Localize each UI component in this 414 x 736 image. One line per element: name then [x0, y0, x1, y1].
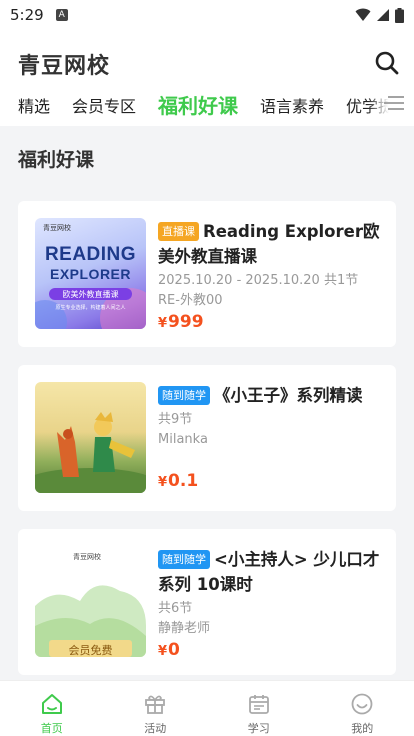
gift-icon: [145, 695, 166, 714]
tab-menu-icon[interactable]: [382, 92, 406, 114]
course-thumbnail: 青豆网校 会员免费: [35, 546, 146, 657]
thumb-caption: 原生专业选择，构建着人间之人: [55, 305, 126, 311]
course-thumbnail: 青豆网校 READING EXPLORER 欧美外教直播课 原生专业选择，构建着…: [35, 218, 146, 329]
battery-icon: [395, 7, 404, 23]
course-type-badge: 直播课: [158, 222, 199, 241]
course-card[interactable]: 随到随学 《小王子》系列精读 共9节 Milanka ¥0.1: [18, 365, 396, 511]
currency-symbol: ¥: [158, 644, 168, 659]
member-free-tag: 会员免费: [68, 645, 113, 657]
tab-language[interactable]: 语言素养: [260, 94, 324, 120]
status-icons: [355, 7, 404, 23]
course-card[interactable]: 青豆网校 READING EXPLORER 欧美外教直播课 原生专业选择，构建着…: [18, 201, 396, 347]
smile-icon: [351, 693, 373, 715]
course-price: ¥0: [158, 639, 382, 663]
thumb-line2: EXPLORER: [49, 266, 131, 282]
app-title: 青豆网校: [18, 54, 111, 79]
search-icon[interactable]: [374, 50, 400, 76]
nav-label: 活动: [144, 722, 167, 735]
app-header: 青豆网校 精选 会员专区 福利好课 语言素养 优学提: [0, 30, 414, 126]
notification-app-icon: A: [55, 9, 68, 21]
category-tabs: 精选 会员专区 福利好课 语言素养 优学提: [0, 88, 414, 120]
course-teacher: Milanka: [158, 432, 208, 447]
currency-symbol: ¥: [158, 475, 168, 490]
course-thumbnail: [35, 382, 146, 493]
thumbnail-decoration: [35, 585, 146, 657]
little-prince-illustration: [35, 412, 146, 493]
home-icon: [41, 694, 62, 714]
thumb-line1: READING: [44, 244, 137, 265]
tab-members[interactable]: 会员专区: [72, 94, 136, 120]
status-bar: 5:29 A: [0, 0, 414, 30]
price-value: 0: [168, 640, 180, 660]
course-info: 随到随学 《小王子》系列精读 共9节 Milanka ¥0.1: [158, 383, 382, 494]
thumb-ribbon: 欧美外教直播课: [62, 290, 119, 299]
tab-featured[interactable]: 精选: [18, 94, 50, 120]
price-value: 999: [168, 312, 204, 332]
course-title: 直播课 Reading Explorer欧美外教直播课: [158, 219, 382, 269]
calendar-icon: [248, 695, 269, 714]
course-lessons: 共1节: [323, 273, 359, 288]
course-meta: 2025.10.20 - 2025.10.20 共1节: [158, 271, 382, 291]
signal-icon: [377, 9, 389, 21]
course-lessons: 共6节: [158, 601, 193, 616]
nav-study[interactable]: 学习: [207, 681, 311, 736]
bottom-nav: 首页 活动 学习 我的: [0, 680, 414, 736]
nav-label: 首页: [40, 722, 63, 735]
tab-welfare-courses[interactable]: 福利好课: [158, 92, 238, 120]
nav-activity[interactable]: 活动: [104, 681, 208, 736]
course-teacher: 静静老师: [158, 621, 211, 636]
course-price: ¥0.1: [158, 470, 382, 494]
status-time: 5:29: [10, 6, 44, 24]
nav-profile[interactable]: 我的: [311, 681, 414, 736]
course-info: 随到随学 <小主持人> 少儿口才系列 10课时 共6节 静静老师 ¥0: [158, 547, 382, 663]
course-card[interactable]: 青豆网校 会员免费 随到随学 <小主持人> 少儿口才系列 10课时 共6节 静静老…: [18, 529, 396, 675]
section-title: 福利好课: [18, 149, 95, 171]
thumb-brand: 青豆网校: [43, 225, 71, 232]
course-teacher: RE-外教00: [158, 293, 223, 308]
currency-symbol: ¥: [158, 316, 168, 331]
wifi-icon: [355, 8, 371, 21]
nav-label: 我的: [351, 722, 374, 735]
course-type-badge: 随到随学: [158, 550, 210, 569]
course-price: ¥999: [158, 311, 382, 335]
course-info: 直播课 Reading Explorer欧美外教直播课 2025.10.20 - …: [158, 219, 382, 335]
price-value: 0.1: [168, 471, 199, 491]
course-dates: 2025.10.20 - 2025.10.20: [158, 273, 320, 288]
course-title: 随到随学 <小主持人> 少儿口才系列 10课时: [158, 547, 382, 597]
nav-home[interactable]: 首页: [0, 681, 104, 736]
course-lessons: 共9节: [158, 412, 193, 427]
thumb-brand: 青豆网校: [73, 554, 101, 561]
nav-label: 学习: [247, 722, 270, 735]
course-title: 随到随学 《小王子》系列精读: [158, 383, 382, 408]
course-type-badge: 随到随学: [158, 386, 210, 405]
course-title-text: 《小王子》系列精读: [214, 386, 363, 405]
